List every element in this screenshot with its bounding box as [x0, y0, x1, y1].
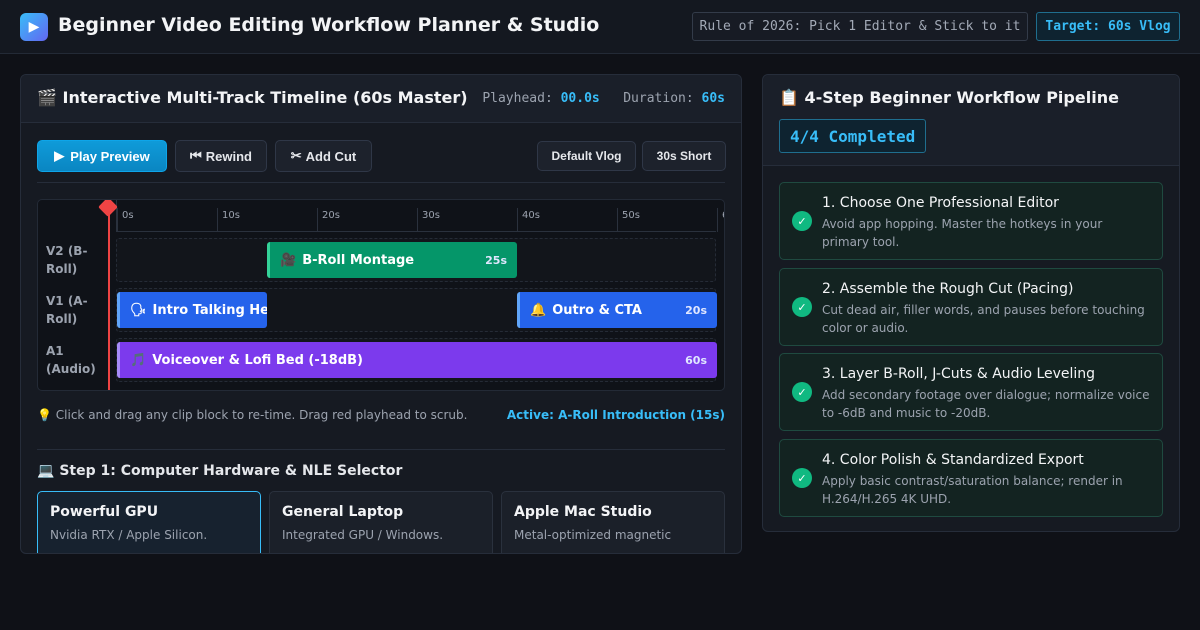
track-lane-v1[interactable]: 🗣 Intro Talking Head 🔔 Outro & CTA 20s: [116, 288, 717, 332]
target-badge: Target: 60s Vlog: [1036, 12, 1180, 41]
add-cut-button[interactable]: ✂ Add Cut: [275, 140, 372, 172]
app-title: Beginner Video Editing Workflow Planner …: [58, 14, 600, 36]
hardware-card-powerful-gpu[interactable]: Powerful GPU Nvidia RTX / Apple Silicon.: [37, 491, 261, 553]
section-divider: [37, 449, 725, 450]
ruler-tick: 10s: [217, 208, 240, 232]
app-header: ▶ Beginner Video Editing Workflow Planne…: [0, 0, 1200, 54]
time-ruler[interactable]: 0s 10s 20s 30s 40s 50s 60s: [116, 200, 724, 232]
clip-outro-cta[interactable]: 🔔 Outro & CTA 20s: [517, 292, 717, 328]
play-icon: ▶: [20, 13, 48, 41]
timeline-panel: 🎬 Interactive Multi-Track Timeline (60s …: [20, 74, 742, 554]
track-label-a1: A1 (Audio): [46, 344, 96, 376]
check-icon: ✓: [792, 211, 812, 231]
track-lane-v2[interactable]: 🎥 B-Roll Montage 25s: [116, 238, 716, 282]
check-icon: ✓: [792, 468, 812, 488]
step1-title: 💻 Step 1: Computer Hardware & NLE Select…: [37, 463, 403, 479]
playhead-line[interactable]: [108, 206, 110, 390]
clip-voiceover[interactable]: 🎵 Voiceover & Lofi Bed (-18dB) 60s: [117, 342, 717, 378]
playhead-value: 00.0s: [560, 91, 600, 106]
rewind-button[interactable]: ⏮ Rewind: [175, 140, 267, 172]
pipeline-panel-header: 📋 4-Step Beginner Workflow Pipeline 4/4 …: [763, 75, 1179, 166]
short-30s-button[interactable]: 30s Short: [642, 141, 726, 171]
ruler-tick: 50s: [617, 208, 640, 232]
playhead-handle[interactable]: [98, 200, 118, 217]
duration-value: 60s: [701, 91, 725, 106]
ruler-tick: 60s: [717, 208, 724, 232]
clapperboard-icon: 🎬: [37, 88, 57, 107]
clip-broll-montage[interactable]: 🎥 B-Roll Montage 25s: [267, 242, 517, 278]
track-label-v1: V1 (A- Roll): [46, 294, 88, 326]
ruler-tick: 0s: [117, 208, 134, 232]
hardware-card-apple-mac-studio[interactable]: Apple Mac Studio Metal-optimized magneti…: [501, 491, 725, 553]
track-label-v2: V2 (B- Roll): [46, 244, 88, 276]
pipeline-step-1[interactable]: ✓ 1. Choose One Professional Editor Avoi…: [779, 182, 1163, 260]
completed-badge: 4/4 Completed: [779, 119, 927, 153]
ruler-tick: 30s: [417, 208, 440, 232]
ruler-tick: 40s: [517, 208, 540, 232]
timeline-panel-title: 🎬 Interactive Multi-Track Timeline (60s …: [37, 88, 468, 107]
timeline-hint: 💡 Click and drag any clip block to re-ti…: [37, 408, 468, 422]
toolbar-divider: [37, 182, 725, 183]
lightbulb-icon: 💡: [37, 408, 52, 422]
timeline[interactable]: 0s 10s 20s 30s 40s 50s 60s V2 (B- Roll) V1 (A-…: [37, 199, 725, 391]
rule-badge: Rule of 2026: Pick 1 Editor & Stick to i…: [692, 12, 1028, 41]
pipeline-step-2[interactable]: ✓ 2. Assemble the Rough Cut (Pacing) Cut…: [779, 268, 1163, 346]
laptop-icon: 💻: [37, 463, 55, 479]
pipeline-panel: 📋 4-Step Beginner Workflow Pipeline 4/4 …: [762, 74, 1180, 532]
clip-intro-talking-head[interactable]: 🗣 Intro Talking Head: [117, 292, 267, 328]
music-note-icon: 🎵: [130, 352, 147, 368]
active-clip-status: Active: A-Roll Introduction (15s): [506, 408, 725, 422]
play-icon: ▶: [54, 148, 65, 163]
hardware-card-general-laptop[interactable]: General Laptop Integrated GPU / Windows.: [269, 491, 493, 553]
clip-duration: 60s: [685, 353, 707, 367]
pipeline-step-4[interactable]: ✓ 4. Color Polish & Standardized Export …: [779, 439, 1163, 517]
default-vlog-button[interactable]: Default Vlog: [537, 141, 636, 171]
rewind-icon: ⏮: [190, 148, 202, 163]
playhead-readout: Playhead: 00.0s Duration: 60s: [482, 91, 725, 106]
scissors-icon: ✂: [290, 148, 302, 163]
clipboard-icon: 📋: [779, 88, 799, 107]
ruler-tick: 20s: [317, 208, 340, 232]
speaking-head-icon: 🗣: [130, 302, 147, 318]
check-icon: ✓: [792, 297, 812, 317]
pipeline-panel-title: 📋 4-Step Beginner Workflow Pipeline: [779, 88, 1119, 107]
track-lane-a1[interactable]: 🎵 Voiceover & Lofi Bed (-18dB) 60s: [116, 338, 717, 382]
play-preview-button[interactable]: ▶ Play Preview: [37, 140, 167, 172]
timeline-panel-header: 🎬 Interactive Multi-Track Timeline (60s …: [21, 75, 741, 123]
clip-duration: 20s: [685, 303, 707, 317]
camera-icon: 🎥: [280, 252, 297, 268]
bell-icon: 🔔: [530, 302, 547, 318]
check-icon: ✓: [792, 382, 812, 402]
pipeline-step-3[interactable]: ✓ 3. Layer B-Roll, J-Cuts & Audio Leveli…: [779, 353, 1163, 431]
clip-duration: 25s: [485, 253, 507, 267]
